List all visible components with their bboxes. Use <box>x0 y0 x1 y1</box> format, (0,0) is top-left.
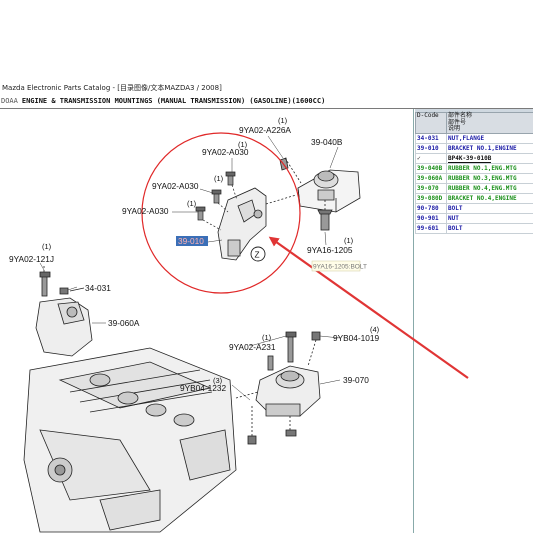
pointer-arrow <box>268 236 469 379</box>
callout-9ya02-a231[interactable]: 9YA02-A231 <box>229 342 276 352</box>
mount-39-040b-drawing[interactable] <box>279 157 361 231</box>
qty-a226a: (1) <box>278 116 288 125</box>
callout-34-031[interactable]: 34-031 <box>85 283 111 293</box>
exploded-view-diagram: Z (1) 9YA02-A226A 39-040B (1) 9YA02-A030… <box>9 116 469 533</box>
tooltip-text: 9YA16-1205:BOLT <box>313 264 367 271</box>
qty-y1205: (1) <box>344 236 354 245</box>
callout-9yb04-1019[interactable]: 9YB04-1019 <box>333 333 380 343</box>
callout-9ya16-1205[interactable]: 9YA16-1205 <box>307 245 353 255</box>
z-marker-label: Z <box>255 250 260 260</box>
engine-block-drawing <box>23 347 237 533</box>
callout-9ya02-a226a[interactable]: 9YA02-A226A <box>239 125 291 135</box>
callout-9ya02-a030-mid[interactable]: 9YA02-A030 <box>152 181 199 191</box>
qty-a030-mid: (1) <box>214 174 224 183</box>
callout-39-040b[interactable]: 39-040B <box>311 137 343 147</box>
qty-a030-low: (1) <box>187 199 197 208</box>
callout-9ya02-a030-low[interactable]: 9YA02-A030 <box>122 206 169 216</box>
callout-39-060a[interactable]: 39-060A <box>108 318 140 328</box>
qty-121j: (1) <box>42 242 52 251</box>
callout-39-070[interactable]: 39-070 <box>343 375 369 385</box>
callout-9ya02-121j[interactable]: 9YA02-121J <box>9 254 54 264</box>
mount-39-060a-drawing[interactable] <box>35 266 93 357</box>
callout-39-010[interactable]: 39-010 <box>178 236 204 246</box>
callout-9ya02-a030-top[interactable]: 9YA02-A030 <box>202 147 249 157</box>
callout-9yb04-1232[interactable]: 9YB04-1232 <box>180 383 227 393</box>
qty-a231: (1) <box>262 333 272 342</box>
